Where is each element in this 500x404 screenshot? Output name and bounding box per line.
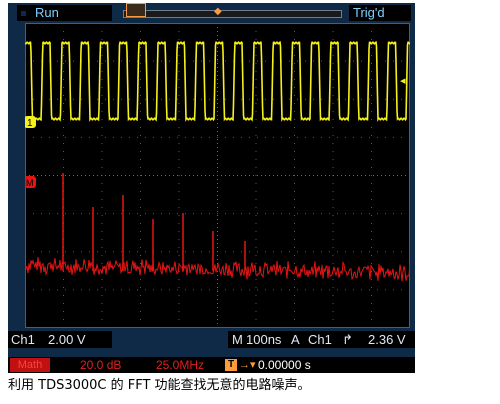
math-readout: Math 20.0 dB 25.0MHz T →▾ 0.00000 s bbox=[8, 357, 415, 373]
trigger-status: Trig'd bbox=[349, 5, 411, 21]
run-label: Run bbox=[35, 5, 59, 20]
bottom-status-bar: Ch1 2.00 V M 100ns A Ch1 ↱ 2.36 V bbox=[8, 331, 415, 348]
ch1-label: Ch1 bbox=[11, 332, 35, 347]
horizontal-position: 0.00000 s bbox=[258, 358, 311, 372]
oscilloscope-display: Run ◆ Trig'd 1 M ◂ Ch1 2.00 V M 100ns A Ch… bbox=[8, 3, 415, 368]
trigger-arrow-icon: →▾ bbox=[239, 359, 256, 371]
graticule-svg: 1 M ◂ bbox=[25, 23, 410, 328]
timebase-label: M bbox=[232, 332, 243, 347]
figure-caption: 利用 TDS3000C 的 FFT 功能查找无意的电路噪声。 bbox=[8, 378, 311, 393]
math-scale: 20.0 dB bbox=[80, 358, 122, 372]
acquisition-state: Run bbox=[17, 5, 112, 21]
top-status-bar: Run ◆ Trig'd bbox=[8, 3, 415, 23]
fft-noise-floor bbox=[25, 256, 410, 282]
trigger-slope-icon: ↱ bbox=[342, 332, 353, 347]
math-span: 25.0MHz bbox=[156, 358, 205, 372]
math-marker-label: M bbox=[26, 178, 34, 188]
trigger-position-icon: ◆ bbox=[214, 6, 222, 17]
record-length-bar bbox=[123, 10, 342, 18]
ch1-scale: 2.00 V bbox=[48, 332, 86, 347]
timebase-value: 100ns bbox=[246, 332, 282, 347]
ch1-trace bbox=[25, 40, 410, 122]
trigger-t-icon: T bbox=[225, 359, 237, 371]
trigger-source: Ch1 bbox=[308, 332, 332, 347]
math-label: Math bbox=[10, 358, 50, 372]
trig-label: Trig'd bbox=[353, 5, 385, 20]
trigger-mode: A bbox=[291, 332, 300, 347]
trigger-level-marker: ◂ bbox=[400, 74, 406, 87]
record-view-window bbox=[126, 3, 146, 17]
waveform-graticule: 1 M ◂ bbox=[25, 23, 410, 328]
trigger-level: 2.36 V bbox=[368, 332, 406, 347]
ch1-marker-label: 1 bbox=[27, 118, 33, 129]
